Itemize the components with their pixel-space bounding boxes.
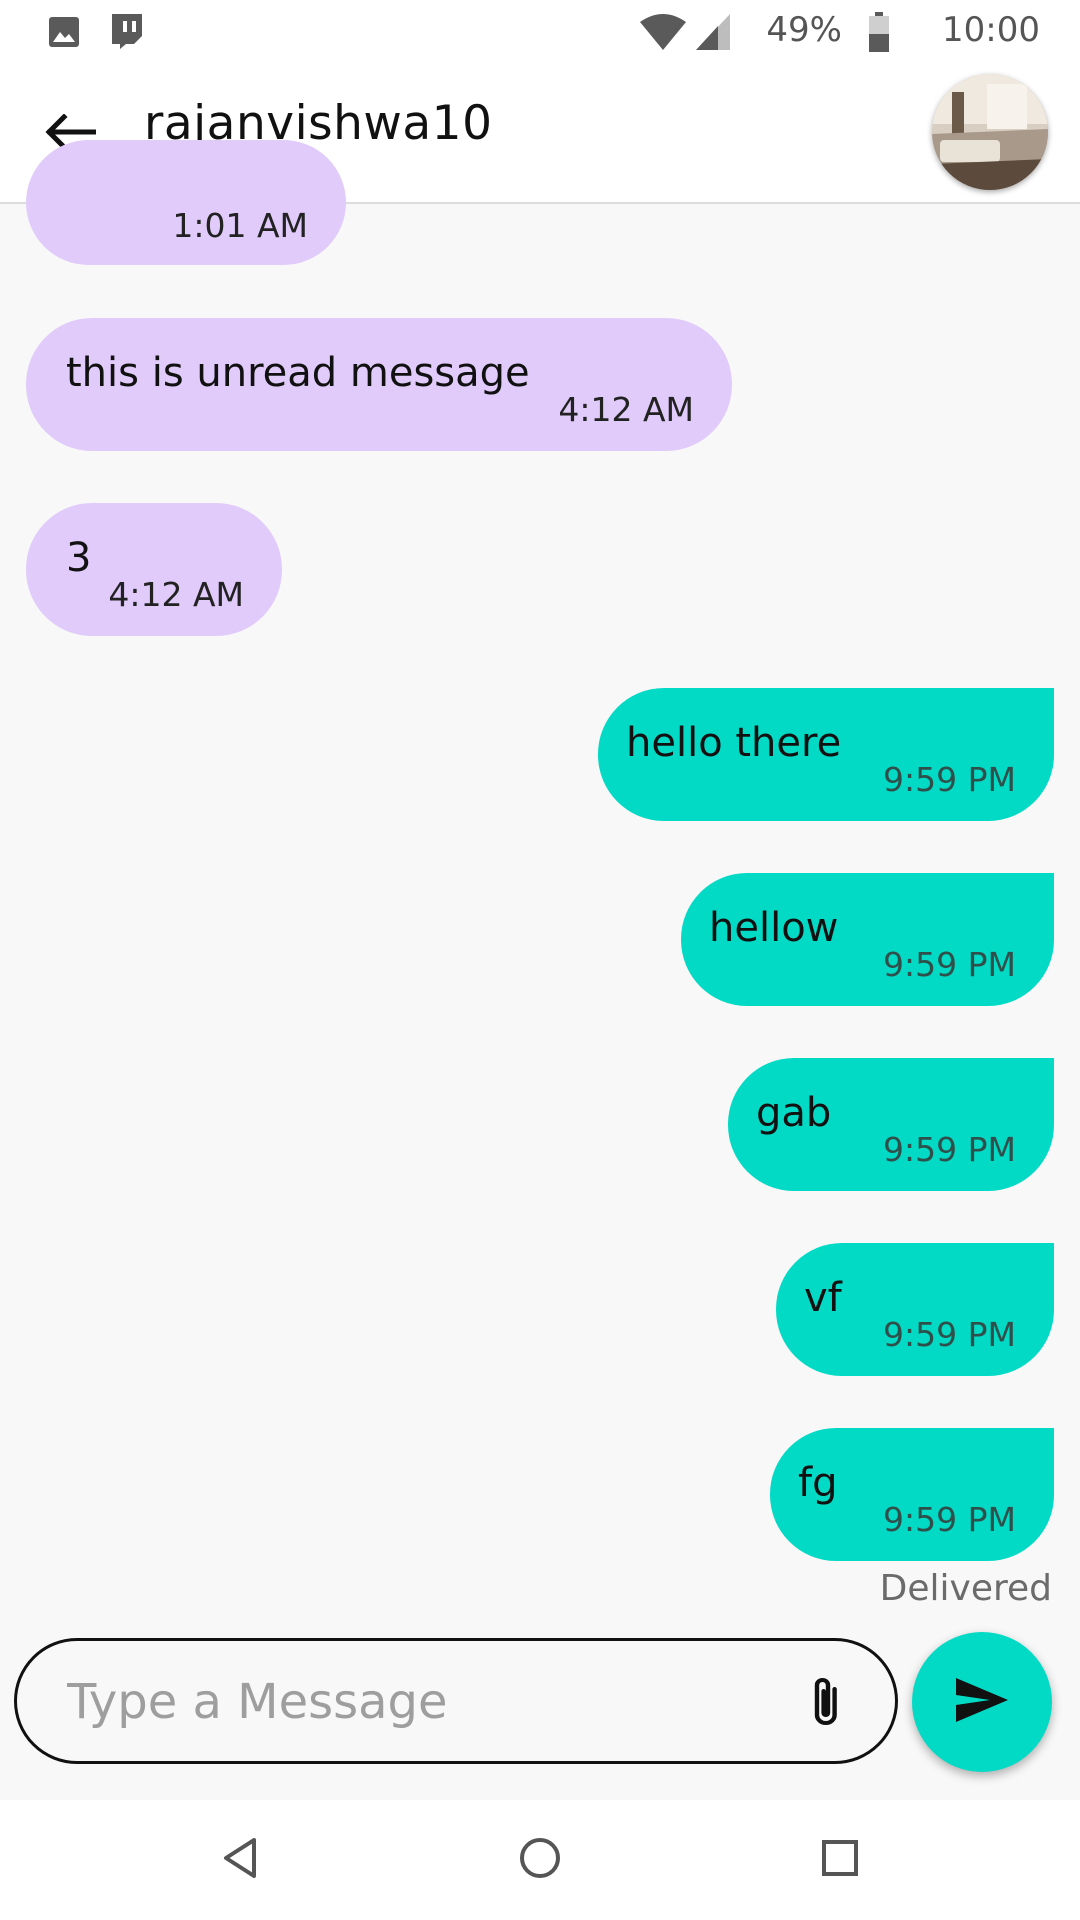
delivery-status: Delivered <box>879 1568 1052 1609</box>
message-text: gab <box>756 1090 832 1136</box>
avatar[interactable] <box>932 74 1048 190</box>
message-time: 9:59 PM <box>883 760 1016 799</box>
paperclip-icon <box>804 1673 840 1733</box>
battery-percentage: 49% <box>766 10 842 50</box>
nav-back-button[interactable] <box>210 1830 270 1890</box>
message-time: 1:01 AM <box>172 206 308 245</box>
message-composer <box>14 1638 898 1764</box>
gallery-icon <box>48 16 80 52</box>
message-text: fg <box>798 1460 838 1506</box>
message-bubble-outgoing[interactable]: hello there 9:59 PM <box>598 688 1054 821</box>
message-time: 9:59 PM <box>883 1500 1016 1539</box>
message-text: hellow <box>709 905 839 951</box>
attach-button[interactable] <box>787 1671 857 1735</box>
message-bubble-outgoing[interactable]: fg 9:59 PM <box>770 1428 1054 1561</box>
message-time: 9:59 PM <box>883 1315 1016 1354</box>
message-bubble-outgoing[interactable]: gab 9:59 PM <box>728 1058 1054 1191</box>
message-text: hello there <box>626 720 842 766</box>
message-input[interactable] <box>65 1641 769 1763</box>
message-text: this is unread message <box>66 350 530 396</box>
message-bubble-outgoing[interactable]: hellow 9:59 PM <box>681 873 1054 1006</box>
message-text: vf <box>804 1275 842 1321</box>
message-time: 4:12 AM <box>558 390 694 429</box>
wifi-icon <box>640 14 686 54</box>
signal-icon <box>696 14 730 54</box>
message-bubble-outgoing[interactable]: vf 9:59 PM <box>776 1243 1054 1376</box>
battery-icon <box>868 12 890 56</box>
message-time: 9:59 PM <box>883 1130 1016 1169</box>
nav-recents-button[interactable] <box>810 1830 870 1890</box>
message-time: 4:12 AM <box>108 575 244 614</box>
message-time: 9:59 PM <box>883 945 1016 984</box>
twitch-icon <box>108 12 144 54</box>
nav-home-button[interactable] <box>510 1830 570 1890</box>
message-bubble-incoming[interactable]: 3 4:12 AM <box>26 503 282 636</box>
message-bubble-incoming[interactable]: this is unread message 4:12 AM <box>26 318 732 451</box>
send-button[interactable] <box>912 1632 1052 1772</box>
clock: 10:00 <box>942 10 1040 50</box>
home-circle-icon <box>518 1836 562 1884</box>
status-bar: 49% 10:00 <box>0 0 1080 64</box>
message-text: 3 <box>66 535 92 581</box>
message-bubble-incoming[interactable]: 1:01 AM <box>26 140 346 265</box>
system-navigation-bar <box>0 1800 1080 1920</box>
chat-screen: 49% 10:00 rajanvishwa10 1:01 AM this is … <box>0 0 1080 1920</box>
send-icon <box>954 1676 1010 1728</box>
recents-square-icon <box>820 1838 860 1882</box>
back-triangle-icon <box>220 1836 260 1884</box>
